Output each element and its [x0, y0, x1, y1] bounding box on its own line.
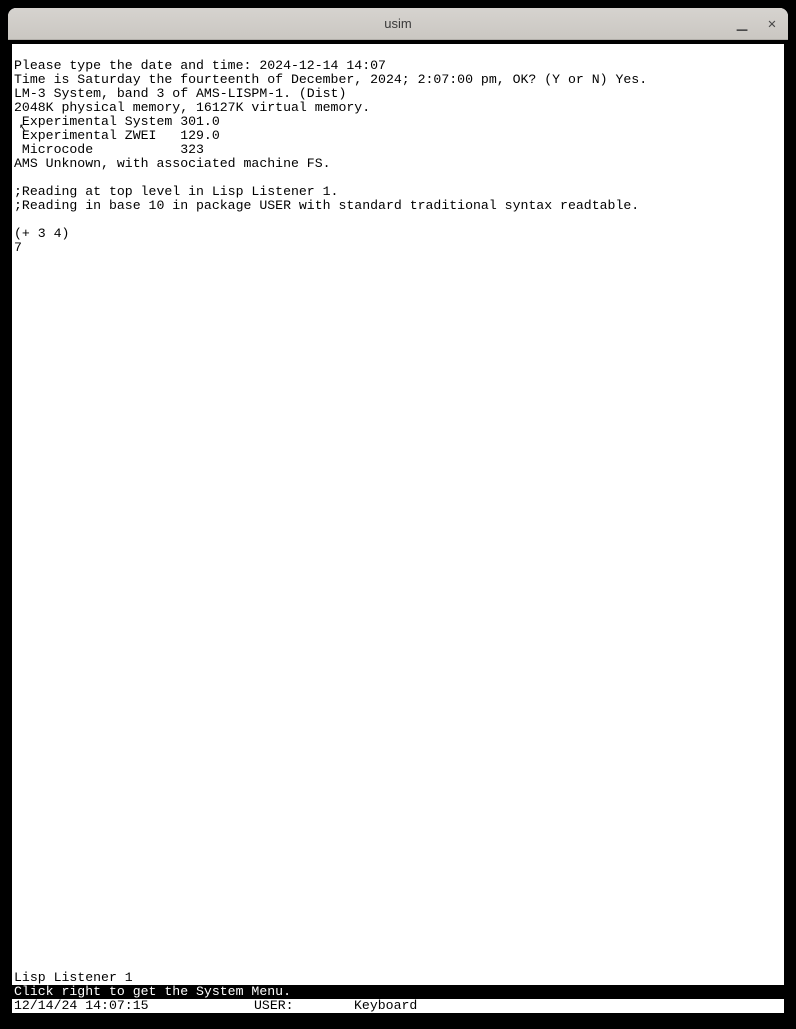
status-area: Lisp Listener 1 Click right to get the S… — [12, 971, 784, 1016]
terminal-line: (+ 3 4) — [14, 226, 69, 241]
status-user-label: USER: — [254, 999, 354, 1013]
terminal-frame: Please type the date and time: 2024-12-1… — [8, 40, 788, 1020]
terminal-line: Microcode 323 — [14, 142, 204, 157]
terminal-line: AMS Unknown, with associated machine FS. — [14, 156, 331, 171]
system-menu-hint[interactable]: Click right to get the System Menu. — [12, 985, 784, 999]
wholine-label: Lisp Listener 1 — [12, 971, 784, 985]
terminal-line: Time is Saturday the fourteenth of Decem… — [14, 72, 647, 87]
terminal-line: 7 — [14, 240, 22, 255]
application-window: usim _ ✕ Please type the date and time: … — [8, 8, 788, 1020]
window-title: usim — [384, 16, 411, 31]
bottom-border — [12, 1013, 784, 1016]
minimize-button[interactable]: _ — [734, 16, 750, 32]
status-datetime: 12/14/24 14:07:15 — [14, 999, 254, 1013]
terminal-line: Experimental ZWEI 129.0 — [14, 128, 220, 143]
terminal-line: ;Reading at top level in Lisp Listener 1… — [14, 184, 338, 199]
mouse-cursor-icon: ↖ — [19, 121, 25, 135]
terminal-line: 2048K physical memory, 16127K virtual me… — [14, 100, 370, 115]
terminal-line: LM-3 System, band 3 of AMS-LISPM-1. (Dis… — [14, 86, 346, 101]
status-input-mode: Keyboard — [354, 999, 417, 1013]
terminal-line: ;Reading in base 10 in package USER with… — [14, 198, 639, 213]
window-controls: _ ✕ — [734, 8, 780, 40]
minimize-icon: _ — [737, 19, 748, 25]
titlebar[interactable]: usim _ ✕ — [8, 8, 788, 40]
status-line: 12/14/24 14:07:15 USER: Keyboard — [12, 999, 784, 1013]
terminal-line: Experimental System 301.0 — [14, 114, 220, 129]
close-icon: ✕ — [768, 16, 776, 32]
terminal-line: Please type the date and time: 2024-12-1… — [14, 58, 386, 73]
close-button[interactable]: ✕ — [764, 16, 780, 32]
terminal-output[interactable]: Please type the date and time: 2024-12-1… — [12, 44, 784, 971]
